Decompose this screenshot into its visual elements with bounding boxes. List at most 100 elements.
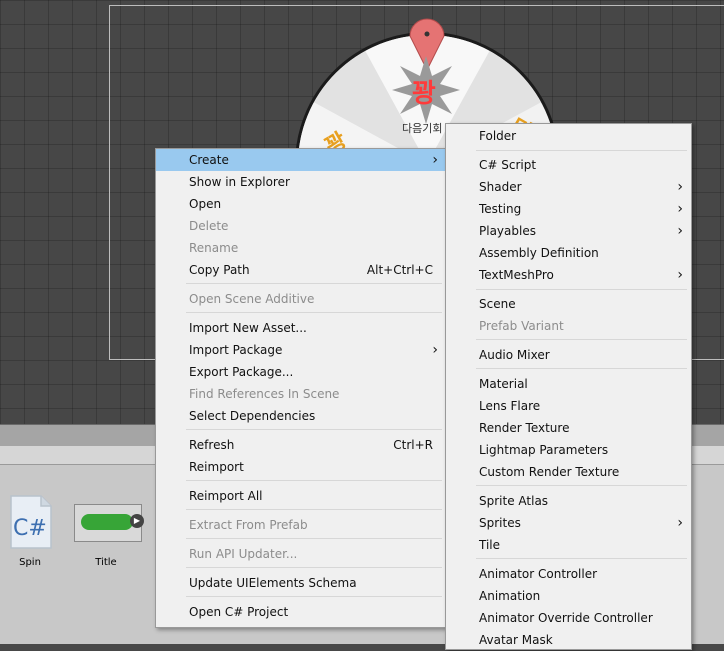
create-submenu-item-label: Material bbox=[479, 377, 528, 391]
create-submenu-item[interactable]: Scene bbox=[446, 293, 691, 315]
menu-separator bbox=[476, 368, 687, 369]
create-submenu-item: Prefab Variant bbox=[446, 315, 691, 337]
context-menu-item[interactable]: Refresh Ctrl+R bbox=[156, 434, 446, 456]
chevron-right-icon: › bbox=[432, 152, 438, 168]
context-menu-item[interactable]: Export Package... bbox=[156, 361, 446, 383]
create-submenu-item[interactable]: Avatar Mask bbox=[446, 629, 691, 651]
create-submenu-item-label: Testing bbox=[479, 202, 522, 216]
context-menu-item-label: Create bbox=[189, 153, 229, 167]
create-submenu-item[interactable]: Render Texture bbox=[446, 417, 691, 439]
create-submenu-item[interactable]: Animation bbox=[446, 585, 691, 607]
context-menu-item-label: Open C# Project bbox=[189, 605, 289, 619]
create-submenu-item[interactable]: Assembly Definition bbox=[446, 242, 691, 264]
create-submenu-item-label: TextMeshPro bbox=[479, 268, 554, 282]
create-submenu-item[interactable]: C# Script bbox=[446, 154, 691, 176]
context-menu-item-label: Select Dependencies bbox=[189, 409, 316, 423]
create-submenu-item[interactable]: Custom Render Texture bbox=[446, 461, 691, 483]
create-submenu-item[interactable]: Sprite Atlas bbox=[446, 490, 691, 512]
context-menu-item: Delete bbox=[156, 215, 446, 237]
create-submenu-item[interactable]: Sprites › bbox=[446, 512, 691, 534]
create-submenu-item-label: Sprite Atlas bbox=[479, 494, 549, 508]
create-submenu-item-label: Lens Flare bbox=[479, 399, 541, 413]
create-submenu-item-label: Audio Mixer bbox=[479, 348, 550, 362]
chevron-right-icon: › bbox=[677, 201, 683, 217]
context-menu-item: Open Scene Additive bbox=[156, 288, 446, 310]
context-menu-item-label: Reimport bbox=[189, 460, 244, 474]
chevron-right-icon: › bbox=[677, 179, 683, 195]
create-submenu-item[interactable]: Lens Flare bbox=[446, 395, 691, 417]
menu-separator bbox=[476, 558, 687, 559]
context-menu-item[interactable]: Select Dependencies bbox=[156, 405, 446, 427]
context-menu-item-label: Refresh bbox=[189, 438, 235, 452]
menu-separator bbox=[476, 289, 687, 290]
create-submenu-item[interactable]: Animator Controller bbox=[446, 563, 691, 585]
menu-shortcut: Ctrl+R bbox=[393, 438, 433, 452]
context-menu-item-label: Import Package bbox=[189, 343, 283, 357]
csharp-icon-text: C# bbox=[13, 516, 47, 541]
context-menu-item[interactable]: Copy Path Alt+Ctrl+C bbox=[156, 259, 446, 281]
context-menu-item-label: Open bbox=[189, 197, 222, 211]
context-menu-item[interactable]: Create › bbox=[156, 149, 446, 171]
context-menu-item[interactable]: Open C# Project bbox=[156, 601, 446, 623]
context-menu-item-label: Find References In Scene bbox=[189, 387, 340, 401]
menu-shortcut: Alt+Ctrl+C bbox=[366, 263, 433, 277]
create-submenu-item-label: Animation bbox=[479, 589, 541, 603]
chevron-right-icon: › bbox=[677, 223, 683, 239]
asset-label: Spin bbox=[19, 557, 41, 568]
create-submenu-item[interactable]: Testing › bbox=[446, 198, 691, 220]
create-submenu-item-label: Shader bbox=[479, 180, 522, 194]
create-submenu-item-label: Folder bbox=[479, 129, 517, 143]
context-menu-item: Find References In Scene bbox=[156, 383, 446, 405]
context-menu-item[interactable]: Show in Explorer bbox=[156, 171, 446, 193]
menu-separator bbox=[186, 567, 442, 568]
create-submenu-item[interactable]: TextMeshPro › bbox=[446, 264, 691, 286]
create-submenu-item-label: Animator Override Controller bbox=[479, 611, 653, 625]
create-submenu-item[interactable]: Playables › bbox=[446, 220, 691, 242]
create-submenu-item-label: Tile bbox=[479, 538, 501, 552]
menu-separator bbox=[186, 429, 442, 430]
context-menu-item: Extract From Prefab bbox=[156, 514, 446, 536]
context-menu-item[interactable]: Import Package › bbox=[156, 339, 446, 361]
create-submenu-item[interactable]: Audio Mixer bbox=[446, 344, 691, 366]
context-menu-item: Run API Updater... bbox=[156, 543, 446, 565]
create-submenu-item[interactable]: Animator Override Controller bbox=[446, 607, 691, 629]
context-menu-item[interactable]: Open bbox=[156, 193, 446, 215]
context-menu-item[interactable]: Update UIElements Schema bbox=[156, 572, 446, 594]
create-submenu-item-label: Sprites bbox=[479, 516, 521, 530]
context-menu-item-label: Show in Explorer bbox=[189, 175, 290, 189]
create-submenu-item-label: Assembly Definition bbox=[479, 246, 599, 260]
create-submenu-item[interactable]: Material bbox=[446, 373, 691, 395]
context-menu-item[interactable]: Reimport All bbox=[156, 485, 446, 507]
context-menu-item[interactable]: Import New Asset... bbox=[156, 317, 446, 339]
context-menu-item-label: Reimport All bbox=[189, 489, 263, 503]
menu-separator bbox=[186, 538, 442, 539]
create-submenu-item[interactable]: Folder bbox=[446, 125, 691, 147]
create-submenu-item-label: Playables bbox=[479, 224, 536, 238]
menu-separator bbox=[476, 485, 687, 486]
create-submenu-item-label: Animator Controller bbox=[479, 567, 598, 581]
menu-separator bbox=[186, 312, 442, 313]
context-menu-item-label: Import New Asset... bbox=[189, 321, 307, 335]
menu-separator bbox=[186, 283, 442, 284]
menu-separator bbox=[476, 339, 687, 340]
create-submenu-item[interactable]: Tile bbox=[446, 534, 691, 556]
create-submenu-item-label: Avatar Mask bbox=[479, 633, 553, 647]
context-menu-item-label: Open Scene Additive bbox=[189, 292, 315, 306]
play-arrow-icon[interactable]: ▶ bbox=[130, 514, 144, 528]
context-menu-item: Rename bbox=[156, 237, 446, 259]
chevron-right-icon: › bbox=[432, 342, 438, 358]
chevron-right-icon: › bbox=[677, 267, 683, 283]
create-submenu-item[interactable]: Lightmap Parameters bbox=[446, 439, 691, 461]
context-menu-item-label: Export Package... bbox=[189, 365, 294, 379]
context-menu-item[interactable]: Reimport bbox=[156, 456, 446, 478]
chevron-right-icon: › bbox=[677, 515, 683, 531]
create-submenu-item-label: Prefab Variant bbox=[479, 319, 564, 333]
create-submenu-item[interactable]: Shader › bbox=[446, 176, 691, 198]
context-menu-item-label: Copy Path bbox=[189, 263, 250, 277]
wheel-center-subtitle: 다음기회 bbox=[402, 122, 443, 135]
create-submenu-item-label: Custom Render Texture bbox=[479, 465, 620, 479]
context-menu-item-label: Delete bbox=[189, 219, 229, 233]
create-submenu-item-label: Render Texture bbox=[479, 421, 570, 435]
create-submenu: Folder C# Script Shader › Testing › Playables ›… bbox=[445, 123, 692, 650]
menu-separator bbox=[476, 150, 687, 151]
